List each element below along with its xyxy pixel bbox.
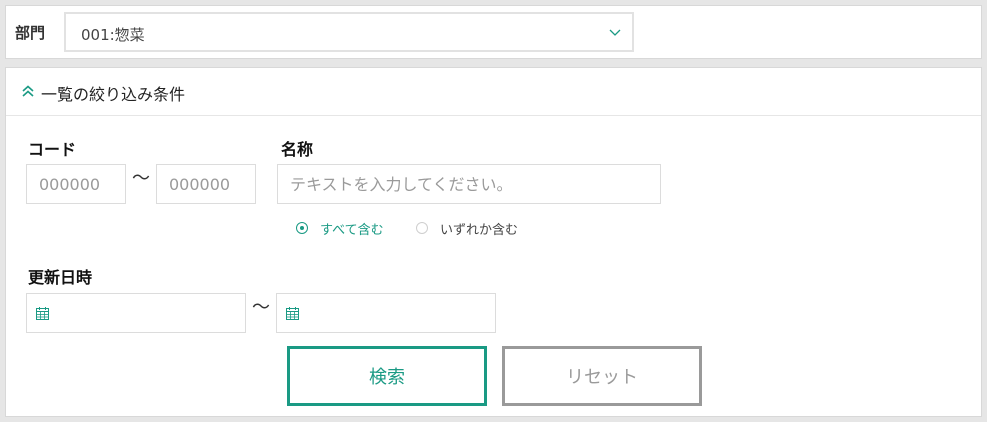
department-selected-value: 001:惣菜 [81, 26, 145, 44]
code-from-input[interactable] [26, 164, 126, 204]
department-label: 部門 [15, 24, 46, 42]
filter-title: 一覧の絞り込み条件 [41, 85, 186, 104]
updated-label: 更新日時 [28, 268, 93, 287]
department-select[interactable]: 001:惣菜 [64, 12, 634, 52]
chevron-down-icon [609, 29, 621, 36]
double-chevron-up-icon[interactable] [21, 84, 35, 98]
name-input[interactable] [277, 164, 661, 204]
updated-range-separator: 〜 [252, 297, 270, 318]
code-label: コード [28, 140, 77, 159]
updated-to-date[interactable] [276, 293, 496, 333]
code-to-input[interactable] [156, 164, 256, 204]
calendar-icon [36, 307, 49, 320]
updated-from-date[interactable] [26, 293, 246, 333]
name-label: 名称 [281, 140, 314, 159]
radio-label: すべて含む [320, 223, 384, 238]
reset-button[interactable]: リセット [502, 346, 702, 406]
filter-header[interactable]: 一覧の絞り込み条件 [6, 68, 981, 116]
radio-dot[interactable] [296, 222, 308, 234]
calendar-icon [286, 307, 299, 320]
search-button[interactable]: 検索 [287, 346, 487, 406]
code-range-separator: 〜 [132, 168, 150, 189]
department-panel: 部門 001:惣菜 [5, 5, 982, 59]
filter-panel: 一覧の絞り込み条件 コード 〜 名称 すべて含む いずれか含む 更新日時 〜 [5, 67, 982, 417]
radio-label: いずれか含む [440, 223, 519, 238]
radio-dot[interactable] [416, 222, 428, 234]
